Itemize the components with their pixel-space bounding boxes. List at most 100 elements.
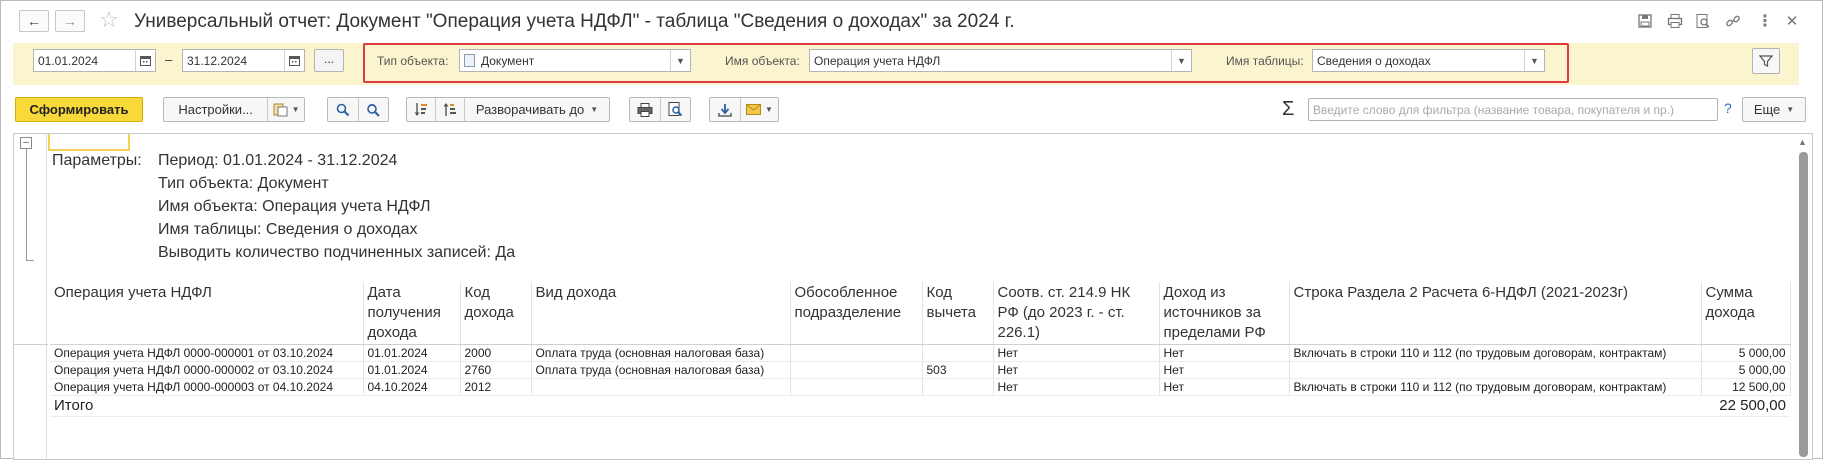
sort-ascending-button[interactable] — [407, 98, 435, 121]
column-header[interactable]: Доход из источников за пределами РФ — [1159, 282, 1290, 345]
sort-descending-button[interactable] — [436, 98, 464, 121]
table-cell[interactable]: Нет — [1159, 361, 1290, 379]
table-cell[interactable]: Оплата труда (основная налоговая база) — [531, 344, 791, 362]
scroll-up-icon[interactable]: ▲ — [1798, 137, 1807, 147]
search-next-icon — [366, 103, 380, 117]
filter-funnel-button[interactable] — [1752, 48, 1780, 74]
date-from-value: 01.01.2024 — [38, 54, 99, 68]
search-placeholder: Введите слово для фильтра (название това… — [1313, 103, 1675, 117]
find-next-button[interactable] — [359, 98, 389, 121]
select-period-button[interactable]: ... — [314, 49, 344, 72]
table-cell[interactable]: Оплата труда (основная налоговая база) — [531, 361, 791, 379]
table-cell[interactable] — [922, 344, 994, 362]
envelope-icon — [746, 104, 762, 115]
table-cell[interactable]: 503 — [922, 361, 994, 379]
column-header[interactable]: Сумма дохода — [1701, 282, 1791, 345]
table-cell[interactable]: Нет — [993, 378, 1160, 396]
column-header[interactable]: Обособленное подразделение — [790, 282, 923, 345]
table-name-field[interactable]: Сведения о доходах ▼ — [1312, 49, 1545, 72]
sigma-icon[interactable]: Σ — [1282, 98, 1294, 121]
column-header[interactable]: Код вычета — [922, 282, 994, 345]
save-to-file-button[interactable] — [710, 98, 740, 121]
table-cell[interactable]: Нет — [993, 344, 1160, 362]
send-email-button[interactable]: ▼ — [741, 98, 778, 121]
expand-to-button[interactable]: Разворачивать до ▼ — [465, 98, 609, 121]
table-cell[interactable]: Включать в строки 110 и 112 (по трудовым… — [1289, 378, 1702, 396]
search-input[interactable]: Введите слово для фильтра (название това… — [1308, 98, 1718, 121]
table-row[interactable]: Операция учета НДФЛ 0000-000003 от 04.10… — [50, 378, 1791, 396]
selected-cell[interactable] — [48, 134, 130, 151]
preview-icon[interactable] — [1693, 11, 1713, 31]
table-cell[interactable]: 2012 — [460, 378, 532, 396]
table-cell[interactable]: Нет — [993, 361, 1160, 379]
object-name-field[interactable]: Операция учета НДФЛ ▼ — [809, 49, 1192, 72]
calendar-icon[interactable] — [135, 50, 155, 71]
print-button[interactable] — [630, 98, 660, 121]
table-cell[interactable]: 5 000,00 — [1701, 344, 1791, 362]
chevron-down-icon: ▼ — [590, 105, 599, 114]
collapse-group-icon[interactable]: – — [20, 137, 32, 149]
table-cell[interactable]: Нет — [1159, 378, 1290, 396]
calendar-icon[interactable] — [284, 50, 304, 71]
save-icon[interactable] — [1635, 11, 1655, 31]
generate-button[interactable]: Сформировать — [15, 97, 143, 122]
table-row[interactable]: Операция учета НДФЛ 0000-000002 от 03.10… — [50, 361, 1791, 379]
forward-button[interactable]: → — [55, 10, 85, 32]
date-to-field[interactable]: 31.12.2024 — [182, 49, 305, 72]
column-header[interactable]: Строка Раздела 2 Расчета 6-НДФЛ (2021-20… — [1289, 282, 1702, 345]
total-label[interactable]: Итого — [50, 395, 1701, 417]
close-icon[interactable]: ✕ — [1782, 11, 1802, 31]
scrollbar-thumb[interactable] — [1799, 152, 1808, 457]
find-button[interactable] — [328, 98, 358, 121]
total-row[interactable]: Итого 22 500,00 — [50, 395, 1790, 417]
table-cell[interactable] — [1289, 361, 1702, 379]
table-cell[interactable] — [531, 378, 791, 396]
report-document[interactable]: – Параметры: Период: 01.01.2024 - 31.12.… — [13, 133, 1813, 460]
chevron-down-icon[interactable]: ▼ — [1524, 50, 1544, 71]
column-header[interactable]: Вид дохода — [531, 282, 791, 345]
table-cell[interactable]: 12 500,00 — [1701, 378, 1791, 396]
table-cell[interactable]: Операция учета НДФЛ 0000-000003 от 04.10… — [50, 378, 364, 396]
table-cell[interactable] — [790, 378, 923, 396]
table-cell[interactable]: 01.01.2024 — [363, 361, 461, 379]
date-from-field[interactable]: 01.01.2024 — [33, 49, 156, 72]
column-header[interactable]: Операция учета НДФЛ — [50, 282, 364, 345]
print-icon[interactable] — [1665, 11, 1685, 31]
table-cell[interactable]: Нет — [1159, 344, 1290, 362]
export-group: ▼ — [709, 97, 779, 122]
column-header[interactable]: Соотв. ст. 214.9 НК РФ (до 2023 г. - ст.… — [993, 282, 1160, 345]
star-icon[interactable]: ☆ — [99, 8, 119, 32]
table-cell[interactable]: Операция учета НДФЛ 0000-000001 от 03.10… — [50, 344, 364, 362]
more-button[interactable]: Еще ▼ — [1742, 97, 1806, 122]
table-cell[interactable]: 01.01.2024 — [363, 344, 461, 362]
vertical-scrollbar[interactable]: ▲ — [1795, 134, 1811, 459]
more-vertical-icon[interactable]: ⋮ — [1755, 11, 1775, 31]
help-button[interactable]: ? — [1724, 100, 1732, 116]
object-type-field[interactable]: Документ ▼ — [459, 49, 691, 72]
table-cell[interactable]: 2000 — [460, 344, 532, 362]
column-header[interactable]: Дата получения дохода — [363, 282, 461, 345]
table-cell[interactable]: 5 000,00 — [1701, 361, 1791, 379]
date-to-value: 31.12.2024 — [187, 54, 248, 68]
settings-group: Настройки... ▼ — [163, 97, 305, 122]
table-cell[interactable] — [790, 361, 923, 379]
table-cell[interactable] — [922, 378, 994, 396]
variants-button[interactable]: ▼ — [268, 98, 304, 121]
table-cell[interactable]: Операция учета НДФЛ 0000-000002 от 03.10… — [50, 361, 364, 379]
search-icon — [336, 103, 349, 116]
print-preview-button[interactable] — [661, 98, 691, 121]
table-cell[interactable] — [790, 344, 923, 362]
settings-button[interactable]: Настройки... — [164, 98, 267, 121]
total-value[interactable]: 22 500,00 — [1701, 395, 1790, 417]
table-cell[interactable]: 2760 — [460, 361, 532, 379]
table-row[interactable]: Операция учета НДФЛ 0000-000001 от 03.10… — [50, 344, 1791, 362]
table-cell[interactable]: Включать в строки 110 и 112 (по трудовым… — [1289, 344, 1702, 362]
chevron-down-icon[interactable]: ▼ — [670, 50, 690, 71]
table-cell[interactable]: 04.10.2024 — [363, 378, 461, 396]
back-button[interactable]: ← — [19, 10, 49, 32]
object-type-label: Тип объекта: — [377, 54, 449, 68]
column-header[interactable]: Код дохода — [460, 282, 532, 345]
chevron-down-icon[interactable]: ▼ — [1171, 50, 1191, 71]
link-icon[interactable] — [1723, 11, 1743, 31]
window-title: Универсальный отчет: Документ "Операция … — [134, 11, 1015, 32]
